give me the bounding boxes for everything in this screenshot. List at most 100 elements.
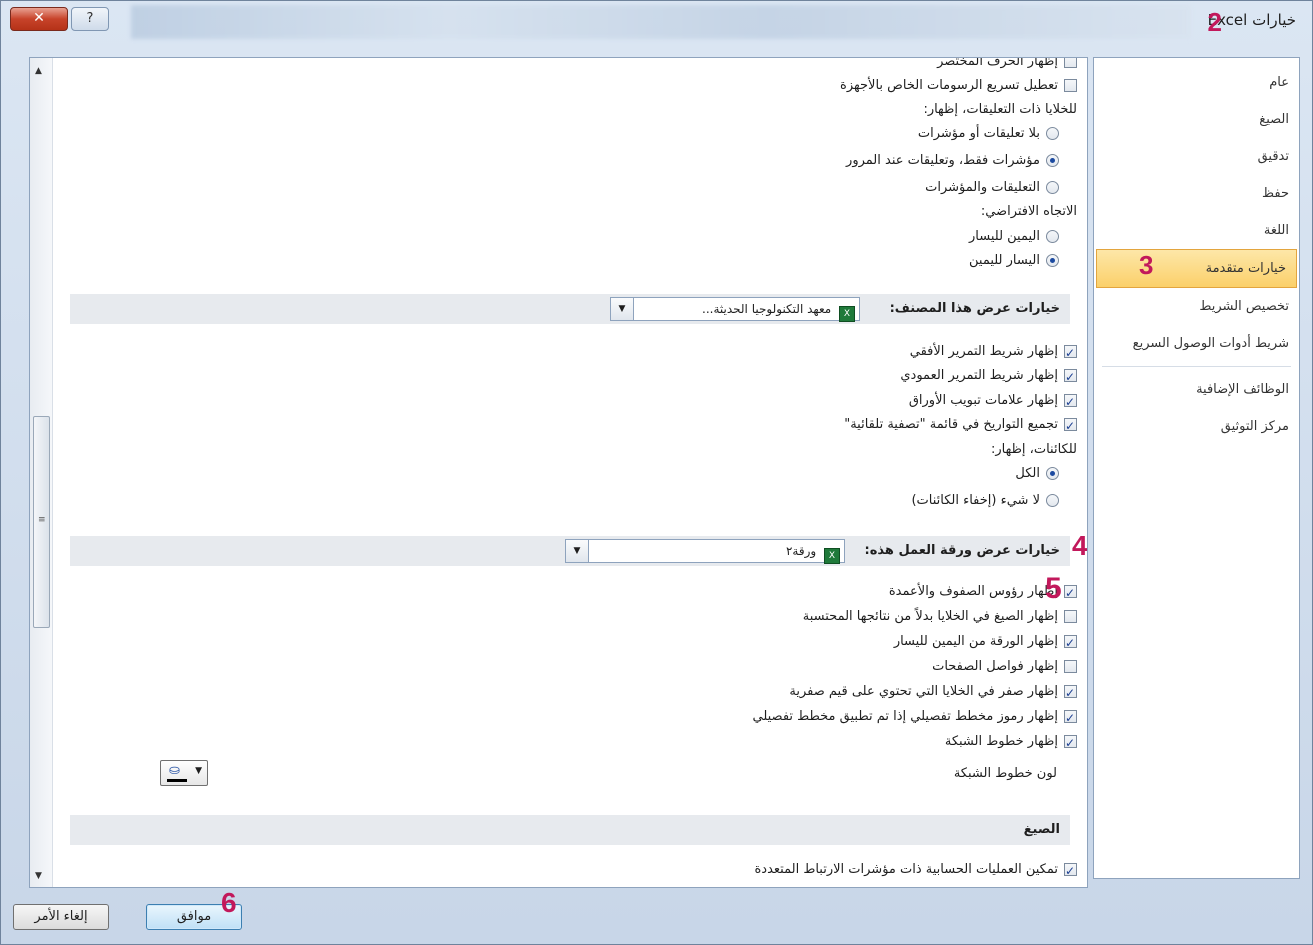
sidebar-item-advanced[interactable]: خيارات متقدمة 3 [1096, 249, 1297, 288]
sidebar-item-customize-ribbon[interactable]: تخصيص الشريط [1094, 288, 1299, 325]
option-label: إظهار الحرف المختصر [937, 57, 1058, 69]
checkbox-checked[interactable] [1064, 341, 1077, 365]
option-label: إظهار شريط التمرير الأفقي [909, 344, 1058, 359]
option-label: إظهار شريط التمرير العمودي [900, 368, 1058, 383]
option-label: تعطيل تسريع الرسومات الخاص بالأجهزة [840, 78, 1058, 93]
sidebar-divider [1102, 366, 1291, 367]
option-partial-top[interactable]: إظهار الحرف المختصر [937, 57, 1077, 74]
option-indicators-only[interactable]: مؤشرات فقط، وتعليقات عند المرور [846, 149, 1059, 173]
checkbox-checked[interactable] [1064, 731, 1077, 755]
option-outline[interactable]: إظهار رموز مخطط تفصيلي إذا تم تطبيق مخطط… [752, 705, 1077, 730]
option-hscroll[interactable]: إظهار شريط التمرير الأفقي [909, 340, 1077, 365]
checkbox[interactable] [1064, 79, 1077, 92]
excel-options-dialog: خيارات Excel ✕ ? 2 عام الصيغ تدقيق حفظ ا… [0, 0, 1313, 945]
option-label: إظهار الصيغ في الخلايا بدلاً من نتائجها … [802, 609, 1058, 624]
sheet-select[interactable]: X ورقة٢ ▼ [565, 539, 845, 564]
option-formulas[interactable]: إظهار الصيغ في الخلايا بدلاً من نتائجها … [803, 605, 1077, 629]
option-zeros[interactable]: إظهار صفر في الخلايا التي تحتوي على قيم … [789, 680, 1077, 705]
checkbox[interactable] [1064, 610, 1077, 623]
option-label: إظهار خطوط الشبكة [944, 734, 1058, 749]
checkbox[interactable] [1064, 660, 1077, 673]
radio-selected[interactable] [1046, 154, 1059, 167]
option-disable-hw-accel[interactable]: تعطيل تسريع الرسومات الخاص بالأجهزة [840, 74, 1077, 98]
chevron-down-icon[interactable]: ▼ [611, 298, 634, 320]
option-label: تمكين العمليات الحسابية ذات مؤشرات الارت… [754, 862, 1058, 877]
sidebar-item-formulas[interactable]: الصيغ [1094, 101, 1299, 138]
section-title: خيارات عرض هذا المصنف: [889, 301, 1060, 316]
option-no-comments[interactable]: بلا تعليقات أو مؤشرات [918, 122, 1059, 146]
sidebar-item-label: خيارات متقدمة [1205, 261, 1286, 276]
vertical-scrollbar[interactable]: ▲ ≡ ▼ [30, 58, 53, 887]
sidebar-item-quick-access-toolbar[interactable]: شريط أدوات الوصول السريع [1094, 325, 1299, 362]
option-label: إظهار رؤوس الصفوف والأعمدة [888, 584, 1058, 599]
option-rtl[interactable]: اليمين لليسار [969, 225, 1059, 249]
chevron-down-icon[interactable]: ▼ [566, 540, 589, 562]
step-marker-3: 3 [1139, 250, 1154, 280]
option-label: اليمين لليسار [969, 229, 1040, 244]
radio-selected[interactable] [1046, 254, 1059, 267]
option-gridlines[interactable]: إظهار خطوط الشبكة [944, 730, 1077, 755]
checkbox-checked[interactable] [1064, 859, 1077, 883]
checkbox-checked[interactable] [1064, 681, 1077, 705]
sidebar-item-language[interactable]: اللغة [1094, 212, 1299, 249]
cancel-button[interactable]: إلغاء الأمر [13, 904, 109, 930]
option-label: إظهار صفر في الخلايا التي تحتوي على قيم … [789, 684, 1058, 699]
excel-workbook-icon: X [835, 302, 859, 322]
sidebar-item-add-ins[interactable]: الوظائف الإضافية [1094, 371, 1299, 408]
option-ltr[interactable]: اليسار لليمين [969, 249, 1059, 273]
formulas-section-header: الصيغ [70, 815, 1070, 845]
option-label: تجميع التواريخ في قائمة "تصفية تلقائية" [844, 417, 1058, 432]
objects-group-label: للكائنات، إظهار: [990, 442, 1077, 457]
chevron-down-icon[interactable]: ▼ [195, 766, 202, 776]
sheet-section-header: خيارات عرض ورقة العمل هذه: X ورقة٢ ▼ [70, 536, 1070, 566]
option-label: إظهار الورقة من اليمين لليسار [893, 634, 1058, 649]
checkbox-checked[interactable] [1064, 414, 1077, 438]
sheet-select-value: ورقة٢ [785, 544, 817, 558]
checkbox-checked[interactable] [1064, 631, 1077, 655]
sidebar-item-save[interactable]: حفظ [1094, 175, 1299, 212]
comments-group-label: للخلايا ذات التعليقات، إظهار: [923, 102, 1077, 117]
option-label: إظهار فواصل الصفحات [932, 659, 1058, 674]
workbook-select[interactable]: X معهد التكنولوجيا الحديثة... ▼ [610, 297, 860, 322]
option-rtl-sheet[interactable]: إظهار الورقة من اليمين لليسار [893, 630, 1077, 655]
option-comments-indicators[interactable]: التعليقات والمؤشرات [925, 176, 1059, 200]
radio[interactable] [1046, 127, 1059, 140]
checkbox-checked[interactable] [1064, 390, 1077, 414]
scrollbar-thumb[interactable]: ≡ [33, 416, 50, 628]
scroll-down-arrow-icon[interactable]: ▼ [35, 871, 42, 881]
options-sidebar: عام الصيغ تدقيق حفظ اللغة خيارات متقدمة … [1093, 57, 1300, 879]
sidebar-item-general[interactable]: عام [1094, 64, 1299, 101]
option-label: لا شيء (إخفاء الكائنات) [911, 493, 1040, 508]
checkbox[interactable] [1064, 58, 1077, 68]
help-button[interactable]: ? [71, 7, 109, 31]
checkbox-checked[interactable] [1064, 365, 1077, 389]
option-label: إظهار علامات تبويب الأوراق [908, 393, 1058, 408]
workbook-section-header: خيارات عرض هذا المصنف: X معهد التكنولوجي… [70, 294, 1070, 324]
grid-color-picker[interactable]: ⛀ ▼ [160, 760, 208, 786]
option-objects-nothing[interactable]: لا شيء (إخفاء الكائنات) [911, 489, 1059, 513]
checkbox-checked[interactable] [1064, 581, 1077, 605]
option-sheet-tabs[interactable]: إظهار علامات تبويب الأوراق [908, 389, 1077, 414]
grid-color-label: لون خطوط الشبكة [953, 766, 1057, 781]
scroll-grip-icon: ≡ [38, 515, 46, 525]
option-label: الكل [1015, 466, 1040, 481]
sidebar-item-proofing[interactable]: تدقيق [1094, 138, 1299, 175]
option-multithread[interactable]: تمكين العمليات الحسابية ذات مؤشرات الارت… [754, 858, 1077, 883]
radio-selected[interactable] [1046, 467, 1059, 480]
scroll-up-arrow-icon[interactable]: ▲ [35, 66, 42, 76]
title-bar: خيارات Excel ✕ ? 2 [1, 1, 1313, 43]
checkbox-checked[interactable] [1064, 706, 1077, 730]
option-label: اليسار لليمين [969, 253, 1040, 268]
option-group-dates[interactable]: تجميع التواريخ في قائمة "تصفية تلقائية" [844, 413, 1077, 438]
title-bar-blurred-area [131, 5, 1191, 39]
radio[interactable] [1046, 494, 1059, 507]
option-label: إظهار رموز مخطط تفصيلي إذا تم تطبيق مخطط… [752, 709, 1058, 724]
option-page-breaks[interactable]: إظهار فواصل الصفحات [932, 655, 1077, 679]
radio[interactable] [1046, 181, 1059, 194]
close-button[interactable]: ✕ [10, 7, 68, 31]
option-label: بلا تعليقات أو مؤشرات [917, 126, 1040, 141]
option-objects-all[interactable]: الكل [1015, 462, 1059, 486]
option-vscroll[interactable]: إظهار شريط التمرير العمودي [900, 364, 1077, 389]
sidebar-item-trust-center[interactable]: مركز التوثيق [1094, 408, 1299, 445]
radio[interactable] [1046, 230, 1059, 243]
